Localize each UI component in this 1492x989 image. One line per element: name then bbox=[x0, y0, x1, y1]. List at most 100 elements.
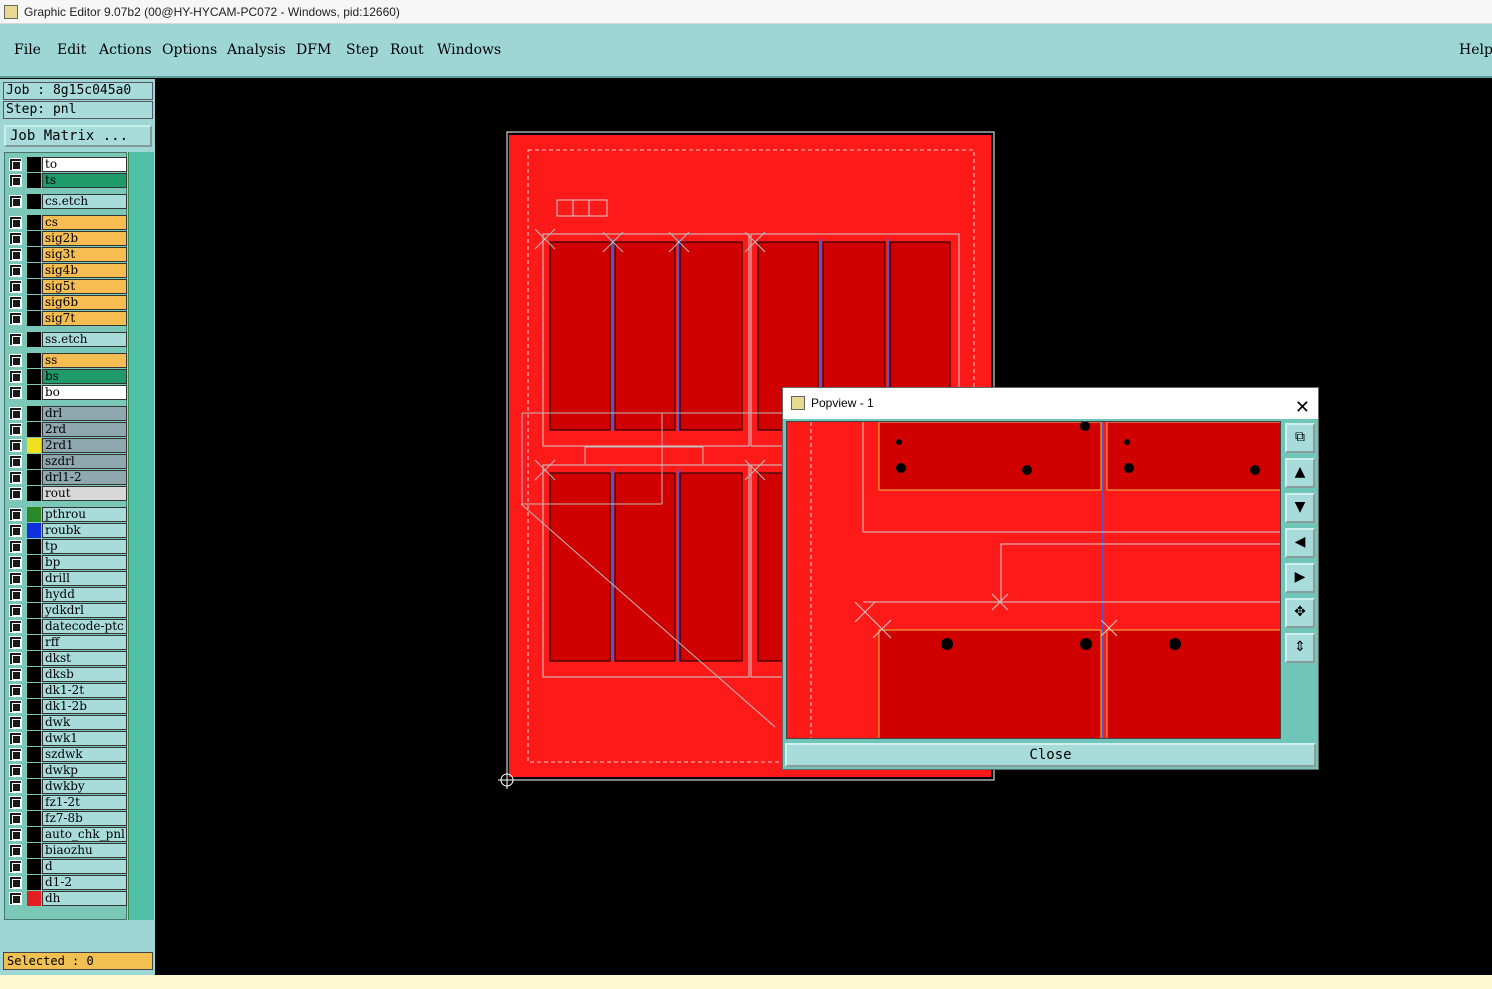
layer-checkbox[interactable] bbox=[9, 296, 22, 309]
layer-name[interactable]: ts bbox=[42, 173, 127, 188]
menu-step[interactable]: Step bbox=[346, 42, 378, 58]
layer-name[interactable]: dk1-2t bbox=[42, 683, 127, 698]
layer-color-swatch[interactable] bbox=[27, 231, 41, 246]
menu-rout[interactable]: Rout bbox=[390, 42, 424, 58]
layer-row-ydkdrl[interactable]: ydkdrl bbox=[7, 603, 127, 618]
layer-color-swatch[interactable] bbox=[27, 763, 41, 778]
layer-row-cs[interactable]: cs bbox=[7, 215, 127, 230]
layer-row-dh[interactable]: dh bbox=[7, 891, 127, 906]
layer-checkbox[interactable] bbox=[9, 264, 22, 277]
layer-checkbox[interactable] bbox=[9, 700, 22, 713]
layer-checkbox[interactable] bbox=[9, 780, 22, 793]
layer-checkbox[interactable] bbox=[9, 386, 22, 399]
layer-row-2rd1[interactable]: 2rd1 bbox=[7, 438, 127, 453]
layer-color-swatch[interactable] bbox=[27, 539, 41, 554]
layer-color-swatch[interactable] bbox=[27, 875, 41, 890]
layer-row-sig3t[interactable]: sig3t bbox=[7, 247, 127, 262]
layer-name[interactable]: datecode-ptc bbox=[42, 619, 127, 634]
layer-color-swatch[interactable] bbox=[27, 603, 41, 618]
layer-row-rout[interactable]: rout bbox=[7, 486, 127, 501]
layer-checkbox[interactable] bbox=[9, 407, 22, 420]
layer-color-swatch[interactable] bbox=[27, 507, 41, 522]
layer-checkbox[interactable] bbox=[9, 232, 22, 245]
layer-row-bp[interactable]: bp bbox=[7, 555, 127, 570]
layer-color-swatch[interactable] bbox=[27, 811, 41, 826]
layer-row-datecode-ptc[interactable]: datecode-ptc bbox=[7, 619, 127, 634]
layer-checkbox[interactable] bbox=[9, 636, 22, 649]
layer-color-swatch[interactable] bbox=[27, 422, 41, 437]
layer-checkbox[interactable] bbox=[9, 312, 22, 325]
layer-name[interactable]: sig7t bbox=[42, 311, 127, 326]
menu-actions[interactable]: Actions bbox=[99, 42, 152, 58]
menu-dfm[interactable]: DFM bbox=[296, 42, 331, 58]
layer-name[interactable]: fz7-8b bbox=[42, 811, 127, 826]
layer-name[interactable]: cs.etch bbox=[42, 194, 127, 209]
layer-row-hydd[interactable]: hydd bbox=[7, 587, 127, 602]
layer-row-sig2b[interactable]: sig2b bbox=[7, 231, 127, 246]
layer-color-swatch[interactable] bbox=[27, 279, 41, 294]
layer-checkbox[interactable] bbox=[9, 248, 22, 261]
layer-checkbox[interactable] bbox=[9, 588, 22, 601]
layer-checkbox[interactable] bbox=[9, 195, 22, 208]
layer-row-dk1-2t[interactable]: dk1-2t bbox=[7, 683, 127, 698]
layer-checkbox[interactable] bbox=[9, 455, 22, 468]
menu-help[interactable]: Help bbox=[1459, 42, 1492, 58]
layer-name[interactable]: ss bbox=[42, 353, 127, 368]
menu-edit[interactable]: Edit bbox=[57, 42, 86, 58]
layer-row-ss.etch[interactable]: ss.etch bbox=[7, 332, 127, 347]
layer-name[interactable]: 2rd1 bbox=[42, 438, 127, 453]
layer-color-swatch[interactable] bbox=[27, 194, 41, 209]
layer-row-pthrou[interactable]: pthrou bbox=[7, 507, 127, 522]
zoom-out-icon[interactable]: ⇕ bbox=[1285, 633, 1315, 663]
pan-up-icon[interactable]: ▲ bbox=[1285, 458, 1315, 488]
layer-checkbox[interactable] bbox=[9, 333, 22, 346]
layer-row-bo[interactable]: bo bbox=[7, 385, 127, 400]
popview-close-icon[interactable]: ✕ bbox=[1295, 392, 1310, 423]
layer-name[interactable]: dkst bbox=[42, 651, 127, 666]
layer-color-swatch[interactable] bbox=[27, 795, 41, 810]
layer-color-swatch[interactable] bbox=[27, 891, 41, 906]
layer-row-cs.etch[interactable]: cs.etch bbox=[7, 194, 127, 209]
layer-name[interactable]: cs bbox=[42, 215, 127, 230]
layer-color-swatch[interactable] bbox=[27, 587, 41, 602]
layer-row-dk1-2b[interactable]: dk1-2b bbox=[7, 699, 127, 714]
layer-color-swatch[interactable] bbox=[27, 779, 41, 794]
menu-options[interactable]: Options bbox=[162, 42, 217, 58]
layer-checkbox[interactable] bbox=[9, 370, 22, 383]
layer-name[interactable]: szdwk bbox=[42, 747, 127, 762]
layer-checkbox[interactable] bbox=[9, 620, 22, 633]
layer-row-bs[interactable]: bs bbox=[7, 369, 127, 384]
layer-color-swatch[interactable] bbox=[27, 619, 41, 634]
layer-row-rff[interactable]: rff bbox=[7, 635, 127, 650]
layer-checkbox[interactable] bbox=[9, 796, 22, 809]
layer-name[interactable]: 2rd bbox=[42, 422, 127, 437]
layer-color-swatch[interactable] bbox=[27, 651, 41, 666]
layer-name[interactable]: rout bbox=[42, 486, 127, 501]
layer-name[interactable]: ydkdrl bbox=[42, 603, 127, 618]
layer-name[interactable]: sig2b bbox=[42, 231, 127, 246]
layer-name[interactable]: drl1-2 bbox=[42, 470, 127, 485]
layer-color-swatch[interactable] bbox=[27, 747, 41, 762]
layer-color-swatch[interactable] bbox=[27, 311, 41, 326]
layer-name[interactable]: fz1-2t bbox=[42, 795, 127, 810]
layer-color-swatch[interactable] bbox=[27, 683, 41, 698]
job-matrix-button[interactable]: Job Matrix ... bbox=[4, 125, 152, 147]
layer-name[interactable]: tp bbox=[42, 539, 127, 554]
layer-row-ts[interactable]: ts bbox=[7, 173, 127, 188]
layer-checkbox[interactable] bbox=[9, 604, 22, 617]
layer-color-swatch[interactable] bbox=[27, 731, 41, 746]
layer-color-swatch[interactable] bbox=[27, 369, 41, 384]
layer-checkbox[interactable] bbox=[9, 556, 22, 569]
layer-list-scrollbar[interactable] bbox=[128, 152, 154, 920]
layer-name[interactable]: to bbox=[42, 157, 127, 172]
layer-checkbox[interactable] bbox=[9, 828, 22, 841]
layer-checkbox[interactable] bbox=[9, 764, 22, 777]
popview-canvas[interactable] bbox=[786, 421, 1281, 739]
layer-name[interactable]: dwk bbox=[42, 715, 127, 730]
layer-color-swatch[interactable] bbox=[27, 523, 41, 538]
layer-row-to[interactable]: to bbox=[7, 157, 127, 172]
layer-checkbox[interactable] bbox=[9, 716, 22, 729]
layer-row-dwkp[interactable]: dwkp bbox=[7, 763, 127, 778]
layer-color-swatch[interactable] bbox=[27, 859, 41, 874]
layer-name[interactable]: rff bbox=[42, 635, 127, 650]
